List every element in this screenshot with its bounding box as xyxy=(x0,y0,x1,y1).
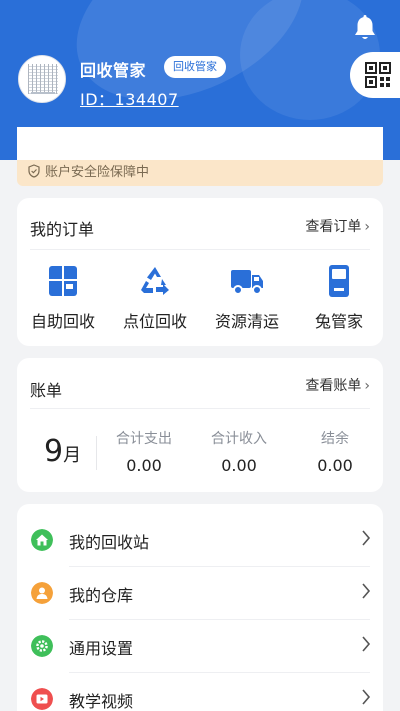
qr-code-button[interactable] xyxy=(350,52,400,98)
menu-item-label: 通用设置 xyxy=(69,639,134,658)
menu-item-label: 教学视频 xyxy=(69,692,134,711)
order-resource-transport[interactable]: 资源清运 xyxy=(201,264,293,332)
divider xyxy=(30,249,370,250)
menu-item-settings[interactable]: 通用设置 xyxy=(17,620,383,673)
orders-title: 我的订单 xyxy=(30,220,95,239)
menu-item-recycle-station[interactable]: 我的回收站 xyxy=(17,514,383,567)
bill-stat-label: 结余 xyxy=(321,431,349,447)
bill-month-number: 9 xyxy=(44,434,64,469)
recycle-icon xyxy=(141,267,169,295)
order-item-label: 自助回收 xyxy=(30,312,95,331)
menu-item-warehouse[interactable]: 我的仓库 xyxy=(17,567,383,620)
order-item-label: 兔管家 xyxy=(314,312,363,331)
bill-stat-value: 0.00 xyxy=(221,456,257,475)
home-icon xyxy=(31,529,53,551)
bill-stat-value: 0.00 xyxy=(317,456,353,475)
bill-stat-label: 合计收入 xyxy=(211,431,267,447)
bill-expense: 合计支出 0.00 xyxy=(99,428,189,475)
order-point-recycle[interactable]: 点位回收 xyxy=(109,264,201,332)
user-id[interactable]: ID：134407 xyxy=(80,86,179,110)
orders-card: 我的订单 查看订单 › 自助回收 点位回收 资源清运 兔管家 xyxy=(17,198,383,346)
chevron-right-icon xyxy=(362,583,371,599)
chevron-right-icon xyxy=(362,636,371,652)
play-icon xyxy=(31,688,53,710)
device-icon xyxy=(329,265,349,297)
menu-item-label: 我的回收站 xyxy=(69,533,150,552)
menu-item-tutorial-video[interactable]: 教学视频 xyxy=(17,673,383,711)
order-item-label: 资源清运 xyxy=(214,312,279,331)
order-self-recycle[interactable]: 自助回收 xyxy=(17,264,109,332)
divider xyxy=(96,436,97,470)
view-bill-link[interactable]: 查看账单 › xyxy=(305,375,370,395)
order-rabbit-steward[interactable]: 兔管家 xyxy=(293,264,385,332)
bill-balance: 结余 0.00 xyxy=(290,428,380,475)
bell-icon[interactable] xyxy=(352,14,378,42)
person-icon xyxy=(31,582,53,604)
view-bill-label: 查看账单 xyxy=(305,378,362,394)
menu-card: 我的回收站 我的仓库 通用设置 教学视频 xyxy=(17,504,383,711)
bill-stat-label: 合计支出 xyxy=(116,431,172,447)
view-orders-link[interactable]: 查看订单 › xyxy=(305,216,370,236)
chevron-right-icon xyxy=(362,530,371,546)
avatar[interactable] xyxy=(18,55,66,103)
chevron-right-icon: › xyxy=(364,219,370,235)
bill-month[interactable]: 9月 xyxy=(44,434,81,469)
gear-icon xyxy=(31,635,53,657)
role-badge: 回收管家 xyxy=(164,56,226,78)
header-card-top xyxy=(17,127,383,160)
qr-code-icon xyxy=(365,62,391,88)
bill-month-unit: 月 xyxy=(63,445,82,466)
bill-card: 账单 查看账单 › 9月 合计支出 0.00 合计收入 0.00 结余 0.00 xyxy=(17,358,383,492)
bill-income: 合计收入 0.00 xyxy=(194,428,284,475)
shield-check-icon xyxy=(28,164,40,178)
bill-stat-value: 0.00 xyxy=(126,456,162,475)
user-name: 回收管家 xyxy=(80,61,147,80)
security-notice: 账户安全险保障中 xyxy=(17,160,383,186)
chevron-right-icon xyxy=(362,689,371,705)
chevron-right-icon: › xyxy=(364,378,370,394)
view-orders-label: 查看订单 xyxy=(305,219,362,235)
order-item-label: 点位回收 xyxy=(122,312,187,331)
truck-icon xyxy=(231,270,263,295)
notice-text: 账户安全险保障中 xyxy=(45,165,150,180)
divider xyxy=(30,408,370,409)
menu-item-label: 我的仓库 xyxy=(69,586,134,605)
self-recycle-icon xyxy=(49,266,77,296)
bill-title: 账单 xyxy=(30,381,63,400)
